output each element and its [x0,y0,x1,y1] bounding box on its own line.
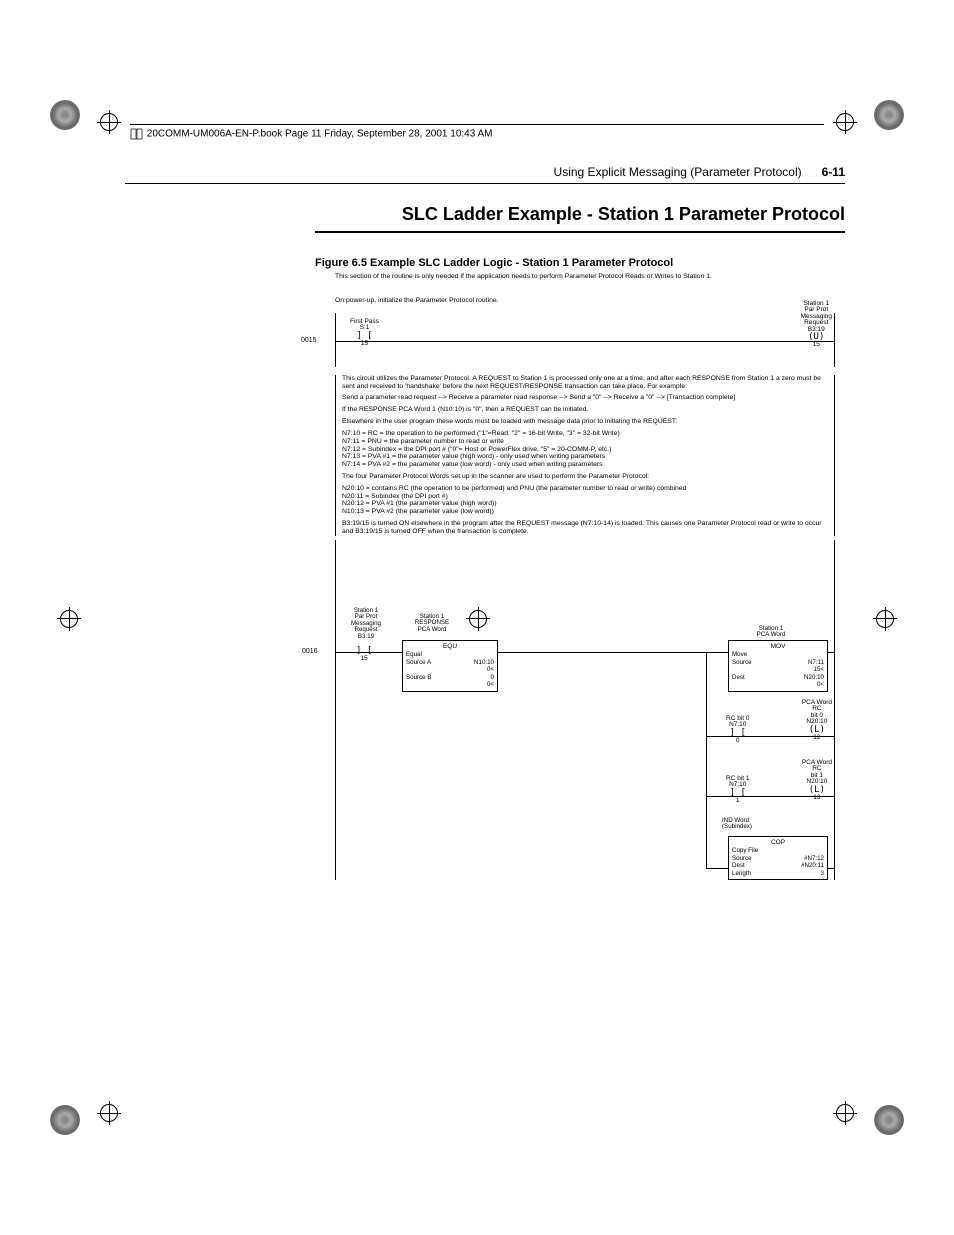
equ-label: Station 1 RESPONSE PCA Word [402,614,462,634]
page-header: Using Explicit Messaging (Parameter Prot… [125,165,845,184]
book-header-text: 20COMM-UM006A-EN-P.book Page 11 Friday, … [147,129,493,140]
note-p1: This circuit utilizes the Parameter Prot… [342,375,828,391]
note-p2: If the RESPONSE PCA Word 1 (N10:10) is "… [342,406,828,414]
mov-label: Station 1 PCA Word [736,626,806,639]
rung-number: 0015 [301,337,317,345]
crosshair-icon [100,1104,118,1122]
page-content: Using Explicit Messaging (Parameter Prot… [125,165,845,880]
page-number: 6-11 [822,165,845,179]
chapter-title: Using Explicit Messaging (Parameter Prot… [554,165,802,179]
print-registration-mark [50,100,80,130]
crosshair-icon [836,113,854,131]
note-p3-line: N7:12 = Subindex = the DPI port # ("0"= … [342,446,828,454]
figure-caption: Figure 6.5 Example SLC Ladder Logic - St… [315,257,845,269]
contact-label-block: Station 1 Par Prot Messaging Request B3:… [336,608,396,641]
crosshair-icon [876,610,894,628]
print-registration-mark [874,100,904,130]
ladder-diagram: This section of the routine is only need… [335,273,835,880]
crosshair-icon [100,113,118,131]
coil-pca-bit1: PCA Word RC bit 1 N20:10 (L) 13 [802,760,832,802]
ladder-top-note: This section of the routine is only need… [335,273,835,281]
note-p5: B3:19/15 is turned ON elsewhere in the p… [342,520,828,536]
note-p3-line: N7:14 = PVA #2 = the parameter value (lo… [342,461,828,469]
contact-b3-19: ] [ 15 [356,647,372,663]
note-p4-line: N20:12 = PVA #1 (the parameter value (hi… [342,500,828,508]
mov-instruction: MOV Move SourceN7:11 15< DestN20:10 0< [728,640,828,692]
note-p3a: Elsewhere in the user program these word… [342,418,828,426]
note-p4-line: N20:10 = contains RC (the operation to b… [342,485,828,493]
book-header-line: 20COMM-UM006A-EN-P.book Page 11 Friday, … [130,124,824,141]
contact-rc-bit1: RC bit 1 N7:10 ] [ 1 [726,776,749,805]
note-p4-line: N10:13 = PVA #2 (the parameter value (lo… [342,508,828,516]
equ-instruction: EQU Equal Source AN10:10 0< Source B0 0< [402,640,498,692]
contact-rc-bit0: RC bit 0 N7:10 ] [ 0 [726,716,749,745]
coil-request-unlatch: Station 1 Par Prot Messaging Request B3:… [801,301,832,349]
note-p1b: Send a parameter read request --> Receiv… [342,394,828,402]
rung-desc: On power-up, initialize the Parameter Pr… [335,297,499,305]
contact-bit: 15 [350,341,379,348]
contact-first-pass: First Pass S:1 ] [ 15 [350,319,379,348]
crosshair-icon [836,1104,854,1122]
note-p3-line: N7:13 = PVA #1 = the parameter value (hi… [342,453,828,461]
crosshair-icon [60,610,78,628]
book-icon [130,127,144,141]
cop-label: IND Word (Subindex) [722,818,792,831]
print-registration-mark [50,1105,80,1135]
section-title: SLC Ladder Example - Station 1 Parameter… [315,204,845,233]
rung-number: 0016 [302,648,318,656]
note-p4a: The four Parameter Protocol Words set up… [342,473,828,481]
note-p4-line: N20:11 = Subindex (the DPI port #) [342,493,828,501]
coil-pca-bit0: PCA Word RC bit 0 N20:10 (L) 12 [802,700,832,742]
cop-instruction: COP Copy File Source#N7:12 Dest#N20:11 L… [728,836,828,881]
coil-bit: 15 [801,342,832,349]
note-p3-line: N7:10 = RC = the operation to be perform… [342,430,828,438]
note-p3-line: N7:11 = PNU = the parameter number to re… [342,438,828,446]
print-registration-mark [874,1105,904,1135]
